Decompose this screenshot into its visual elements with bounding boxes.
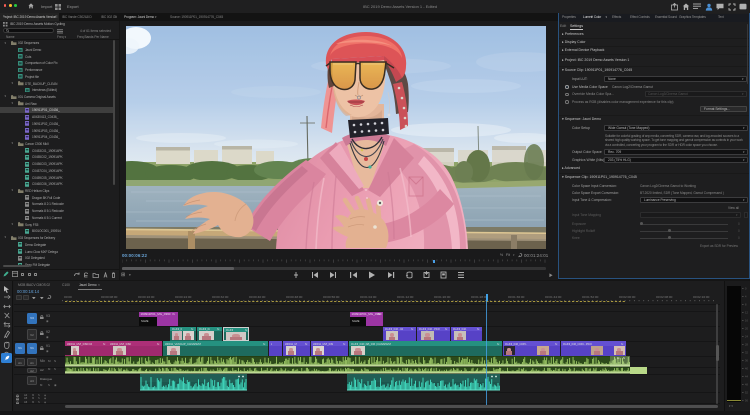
svg-text:00:00:08:00: 00:00:08:00	[101, 295, 118, 299]
svg-text:52: 52	[745, 391, 748, 395]
svg-text:00:00:16:00: 00:00:16:00	[138, 295, 155, 299]
svg-text:24: 24	[745, 335, 748, 339]
svg-text:32: 32	[745, 351, 748, 355]
svg-text:00:02:16:00: 00:02:16:00	[693, 295, 710, 299]
svg-text:00:02:08:00: 00:02:08:00	[656, 295, 673, 299]
svg-text:00:01:44:00: 00:01:44:00	[545, 295, 562, 299]
svg-text:00:01:04:00: 00:01:04:00	[360, 295, 377, 299]
svg-text:48: 48	[745, 383, 748, 387]
svg-text:00:02:00:00: 00:02:00:00	[619, 295, 636, 299]
svg-text:36: 36	[745, 359, 748, 363]
svg-text:00:00:24:00: 00:00:24:00	[175, 295, 192, 299]
svg-text:40: 40	[745, 367, 748, 371]
svg-text:4: 4	[745, 295, 747, 299]
svg-text:28: 28	[745, 343, 748, 347]
svg-text:00:01:52:00: 00:01:52:00	[582, 295, 599, 299]
svg-text:12: 12	[745, 311, 748, 315]
svg-text:0: 0	[745, 287, 747, 291]
svg-text:8: 8	[745, 303, 747, 307]
svg-text:44: 44	[745, 375, 748, 379]
svg-text:00:00:40:00: 00:00:40:00	[249, 295, 266, 299]
svg-text:00:01:20:00: 00:01:20:00	[434, 295, 451, 299]
svg-text:00:00: 00:00	[64, 295, 72, 299]
svg-text:00:00:32:00: 00:00:32:00	[212, 295, 229, 299]
svg-text:00:00:48:00: 00:00:48:00	[286, 295, 303, 299]
svg-text:16: 16	[745, 319, 748, 323]
svg-text:56: 56	[745, 399, 748, 403]
svg-text:00:00:56:00: 00:00:56:00	[323, 295, 340, 299]
svg-text:00:01:12:00: 00:01:12:00	[397, 295, 414, 299]
svg-text:20: 20	[745, 327, 748, 331]
svg-text:00:01:36:00: 00:01:36:00	[508, 295, 525, 299]
